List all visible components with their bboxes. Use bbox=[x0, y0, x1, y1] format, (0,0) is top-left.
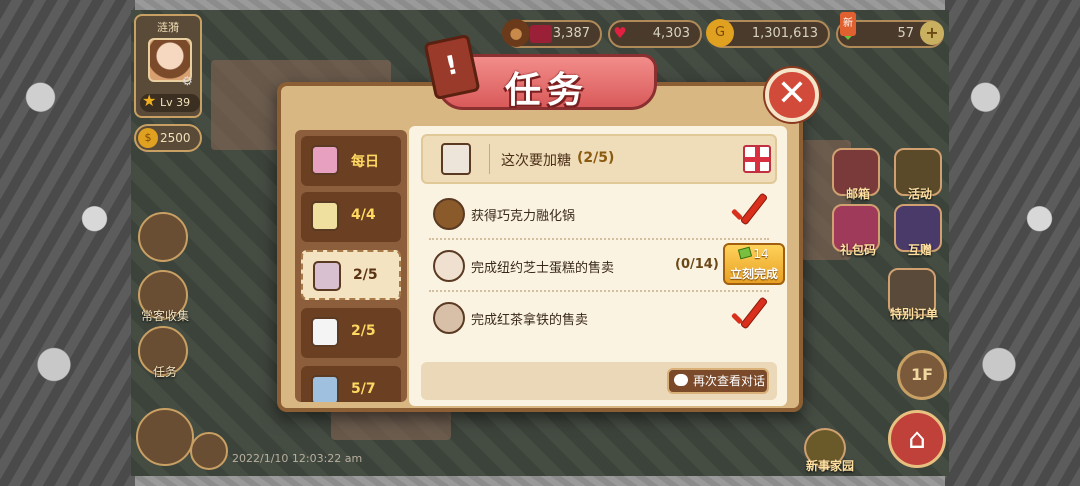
complete-cost: 14 bbox=[725, 246, 783, 261]
quest-tabs: 每日 4/4 2/5 2/5 5/7 bbox=[295, 130, 407, 402]
quest-progress: (2/5) bbox=[577, 150, 615, 166]
machine-icon bbox=[311, 317, 339, 347]
player-level: ★ Lv 39 bbox=[140, 91, 200, 112]
new-badge: 新 bbox=[840, 12, 856, 36]
daily-icon bbox=[311, 145, 339, 175]
gem-value: 57 bbox=[897, 26, 914, 41]
new-store-label: 新事家园 bbox=[805, 459, 854, 473]
sugar-jar-icon bbox=[313, 261, 341, 291]
speech-bubble-icon bbox=[674, 374, 688, 386]
task-row: 完成纽约芝士蛋糕的售卖 (0/14) 14 立刻完成 bbox=[421, 240, 785, 292]
tab-daily[interactable]: 每日 bbox=[301, 136, 401, 186]
tab-label: 2/5 bbox=[353, 267, 378, 283]
tab-label: 4/4 bbox=[351, 207, 376, 223]
right-background-decor bbox=[945, 0, 1080, 486]
tab-quest-1[interactable]: 4/4 bbox=[301, 192, 401, 242]
tab-quest-3[interactable]: 2/5 bbox=[301, 308, 401, 358]
complete-now-button[interactable]: 14 立刻完成 bbox=[723, 243, 785, 285]
dialog-footer: 再次查看对话 bbox=[421, 362, 777, 400]
cheesecake-icon bbox=[433, 250, 465, 282]
quest-content: 这次要加糖 (2/5) 获得巧克力融化锅 完成纽约芝士蛋糕的售卖 (0/14) … bbox=[409, 126, 787, 406]
task-row: 获得巧克力融化锅 bbox=[421, 188, 777, 240]
activity-label: 活动 bbox=[907, 187, 932, 201]
dessert-icon bbox=[311, 375, 339, 402]
sugar-jar-icon bbox=[441, 143, 471, 175]
coffee-bean-icon: ● bbox=[502, 19, 530, 47]
tab-quest-4[interactable]: 5/7 bbox=[301, 366, 401, 402]
collect-button[interactable]: 常客收集 bbox=[138, 270, 189, 323]
task-text: 完成纽约芝士蛋糕的售卖 bbox=[471, 261, 615, 276]
melting-pot-icon bbox=[433, 198, 465, 230]
gear-icon[interactable]: ⚙ bbox=[182, 74, 193, 88]
recipe-button[interactable] bbox=[138, 212, 188, 262]
task-row: 完成红茶拿铁的售卖 bbox=[421, 292, 777, 344]
mailbox-button[interactable]: 邮箱 bbox=[832, 148, 880, 201]
heart-icon: ♥ bbox=[613, 24, 627, 42]
header-divider bbox=[489, 144, 490, 174]
gift-code-button[interactable]: 礼包码 bbox=[832, 204, 880, 257]
game-screen: 涟漪 ⚙ ★ Lv 39 $ 2500 ● 33,387 ♥ 4,303 G 1… bbox=[0, 0, 1080, 486]
replay-label: 再次查看对话 bbox=[693, 374, 766, 388]
coin-value: 1,301,613 bbox=[751, 26, 818, 41]
quest-menu-label: 任务 bbox=[152, 365, 177, 379]
coffee-counter[interactable]: ● 33,387 bbox=[502, 19, 602, 48]
activity-button[interactable]: 活动 bbox=[894, 148, 942, 201]
gold-coin-icon: $ bbox=[138, 128, 158, 148]
add-gems-button[interactable]: + bbox=[920, 21, 944, 45]
tab-label: 每日 bbox=[351, 154, 379, 170]
replay-dialogue-button[interactable]: 再次查看对话 bbox=[667, 368, 769, 394]
coin-icon: G bbox=[706, 19, 734, 47]
special-order-label: 特别订单 bbox=[889, 307, 938, 321]
gem-counter[interactable]: ◆ 新 57 + bbox=[836, 12, 944, 48]
new-store-button[interactable]: 新事家园 bbox=[804, 428, 854, 473]
cost-value: 14 bbox=[753, 247, 769, 261]
quest-header: 这次要加糖 (2/5) bbox=[421, 134, 777, 184]
heart-counter[interactable]: ♥ 4,303 bbox=[608, 20, 702, 48]
task-count: (0/14) bbox=[675, 257, 719, 272]
gift-exchange-label: 互赠 bbox=[907, 243, 932, 257]
heart-value: 4,303 bbox=[652, 26, 690, 41]
player-name: 涟漪 bbox=[157, 21, 179, 34]
player-profile[interactable]: 涟漪 ⚙ ★ Lv 39 bbox=[134, 14, 202, 118]
coin-counter[interactable]: G 1,301,613 bbox=[706, 19, 830, 48]
quest-menu-button[interactable]: 任务 bbox=[138, 326, 188, 379]
tab-label: 5/7 bbox=[351, 381, 376, 397]
coffee-cup-icon bbox=[311, 201, 339, 231]
gift-exchange-button[interactable]: 互赠 bbox=[894, 204, 942, 257]
checkmark-icon bbox=[725, 192, 769, 232]
gold-value: 2500 bbox=[160, 131, 191, 145]
gift-code-label: 礼包码 bbox=[839, 243, 876, 257]
timestamp: 2022/1/10 12:03:22 am bbox=[232, 452, 363, 465]
complete-now-label: 立刻完成 bbox=[729, 267, 778, 281]
collect-label: 常客收集 bbox=[140, 309, 189, 323]
quest-dialog: 任务 ! ✕ 每日 4/4 2/5 2/5 5/7 这次要加糖 (2/5) 获得… bbox=[277, 33, 819, 412]
task-text: 完成红茶拿铁的售卖 bbox=[471, 313, 589, 328]
tab-label: 2/5 bbox=[351, 323, 376, 339]
star-icon: ★ bbox=[142, 91, 157, 110]
left-background-decor bbox=[0, 0, 135, 486]
quest-title: 这次要加糖 bbox=[501, 153, 571, 169]
special-order-button[interactable]: 特别订单 bbox=[888, 268, 938, 321]
friends-button[interactable] bbox=[136, 408, 194, 466]
level-label: Lv 39 bbox=[160, 96, 191, 109]
gold-balance[interactable]: $ 2500 bbox=[134, 124, 202, 152]
checkmark-icon bbox=[725, 296, 769, 336]
task-text: 获得巧克力融化锅 bbox=[471, 209, 576, 224]
tea-latte-icon bbox=[433, 302, 465, 334]
home-button[interactable]: ⌂ bbox=[888, 410, 946, 468]
floor-button[interactable]: 1F bbox=[897, 350, 947, 400]
mailbox-label: 邮箱 bbox=[845, 187, 870, 201]
reward-gift-icon[interactable] bbox=[743, 145, 771, 173]
camera-button[interactable] bbox=[190, 432, 228, 470]
gem-icon bbox=[738, 246, 753, 260]
close-button[interactable]: ✕ bbox=[765, 68, 819, 122]
tab-quest-2[interactable]: 2/5 bbox=[301, 250, 401, 300]
coffee-bar bbox=[530, 25, 552, 43]
